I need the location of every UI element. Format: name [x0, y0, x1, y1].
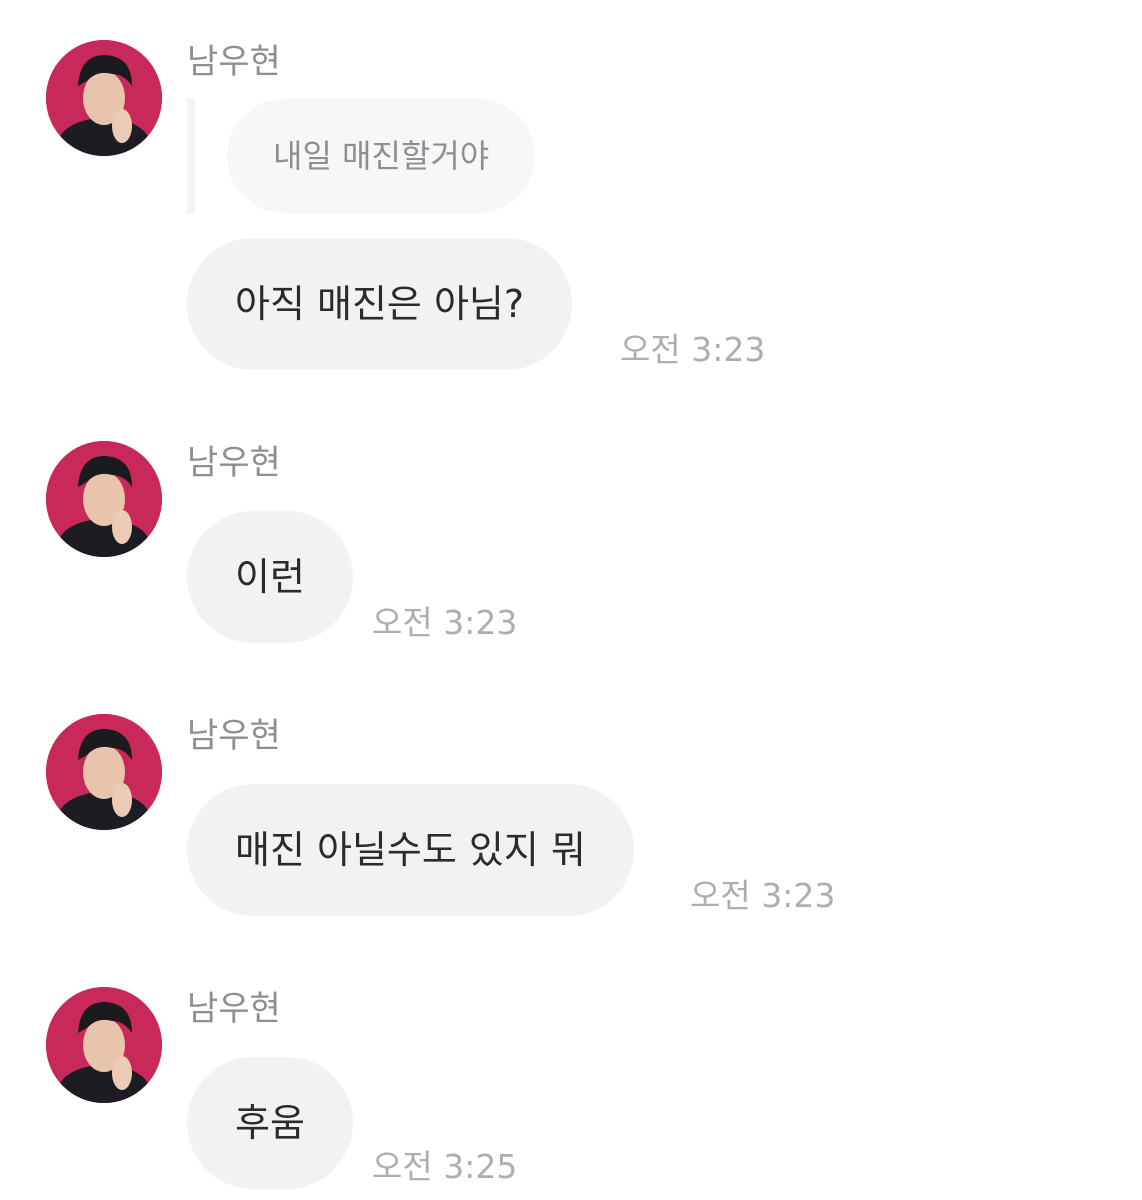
sender-name: 남우현 [187, 989, 281, 1029]
message-bubble[interactable]: 아직 매진은 아님? [187, 238, 573, 370]
sender-name: 남우현 [187, 443, 281, 483]
message-timestamp: 오전 3:25 [372, 1147, 518, 1186]
avatar[interactable] [46, 987, 162, 1103]
avatar[interactable] [46, 441, 162, 557]
profile-photo [46, 40, 162, 156]
avatar[interactable] [46, 714, 162, 830]
message-bubble[interactable]: 매진 아닐수도 있지 뭐 [187, 784, 634, 916]
sender-name: 남우현 [187, 42, 281, 82]
reply-indicator-bar [187, 98, 195, 214]
profile-photo [46, 987, 162, 1103]
message-timestamp: 오전 3:23 [620, 330, 766, 369]
message-bubble[interactable]: 이런 [187, 511, 353, 643]
message-bubble[interactable]: 후움 [187, 1057, 353, 1189]
avatar[interactable] [46, 40, 162, 156]
message-timestamp: 오전 3:23 [372, 603, 518, 642]
message-timestamp: 오전 3:23 [690, 876, 836, 915]
profile-photo [46, 714, 162, 830]
sender-name: 남우현 [187, 716, 281, 756]
profile-photo [46, 441, 162, 557]
quoted-message[interactable]: 내일 매진할거야 [227, 99, 536, 213]
